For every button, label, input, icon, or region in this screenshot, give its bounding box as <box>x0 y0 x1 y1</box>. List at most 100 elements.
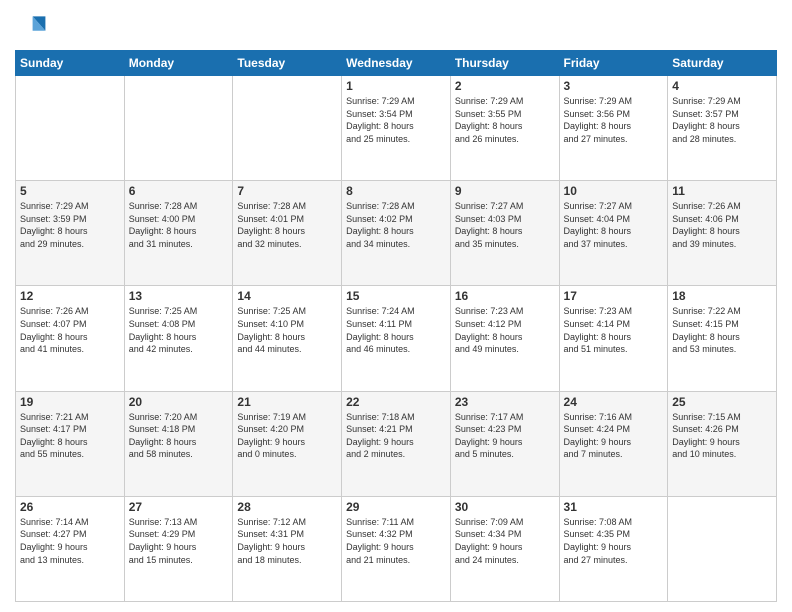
col-header-saturday: Saturday <box>668 51 777 76</box>
day-number: 7 <box>237 184 337 198</box>
day-info: Sunrise: 7:22 AM Sunset: 4:15 PM Dayligh… <box>672 305 772 355</box>
day-info: Sunrise: 7:26 AM Sunset: 4:06 PM Dayligh… <box>672 200 772 250</box>
calendar-cell: 25 Sunrise: 7:15 AM Sunset: 4:26 PM Dayli… <box>668 391 777 496</box>
day-number: 15 <box>346 289 446 303</box>
col-header-thursday: Thursday <box>450 51 559 76</box>
calendar-cell <box>233 76 342 181</box>
day-info: Sunrise: 7:29 AM Sunset: 3:59 PM Dayligh… <box>20 200 120 250</box>
calendar-cell: 20Sunrise: 7:20 AM Sunset: 4:18 PM Dayli… <box>124 391 233 496</box>
day-info: Sunrise: 7:11 AM Sunset: 4:32 PM Dayligh… <box>346 516 446 566</box>
day-number: 6 <box>129 184 229 198</box>
day-info: Sunrise: 7:23 AM Sunset: 4:14 PM Dayligh… <box>564 305 664 355</box>
day-number: 17 <box>564 289 664 303</box>
calendar-cell: 8Sunrise: 7:28 AM Sunset: 4:02 PM Daylig… <box>342 181 451 286</box>
col-header-wednesday: Wednesday <box>342 51 451 76</box>
header <box>15 10 777 42</box>
day-number: 23 <box>455 395 555 409</box>
day-info: Sunrise: 7:26 AM Sunset: 4:07 PM Dayligh… <box>20 305 120 355</box>
day-info: Sunrise: 7:14 AM Sunset: 4:27 PM Dayligh… <box>20 516 120 566</box>
day-number: 20 <box>129 395 229 409</box>
day-info: Sunrise: 7:23 AM Sunset: 4:12 PM Dayligh… <box>455 305 555 355</box>
day-info: Sunrise: 7:12 AM Sunset: 4:31 PM Dayligh… <box>237 516 337 566</box>
calendar-cell: 22Sunrise: 7:18 AM Sunset: 4:21 PM Dayli… <box>342 391 451 496</box>
day-info: Sunrise: 7:09 AM Sunset: 4:34 PM Dayligh… <box>455 516 555 566</box>
day-info: Sunrise: 7:19 AM Sunset: 4:20 PM Dayligh… <box>237 411 337 461</box>
day-info: Sunrise: 7:28 AM Sunset: 4:00 PM Dayligh… <box>129 200 229 250</box>
calendar-cell: 31 Sunrise: 7:08 AM Sunset: 4:35 PM Dayli… <box>559 496 668 601</box>
day-number: 16 <box>455 289 555 303</box>
day-number: 9 <box>455 184 555 198</box>
day-info: Sunrise: 7:29 AM Sunset: 3:54 PM Dayligh… <box>346 95 446 145</box>
col-header-friday: Friday <box>559 51 668 76</box>
day-info: Sunrise: 7:27 AM Sunset: 4:04 PM Dayligh… <box>564 200 664 250</box>
calendar-cell <box>16 76 125 181</box>
col-header-tuesday: Tuesday <box>233 51 342 76</box>
calendar-cell: 7 Sunrise: 7:28 AM Sunset: 4:01 PM Daylig… <box>233 181 342 286</box>
day-number: 5 <box>20 184 120 198</box>
calendar-cell: 16 Sunrise: 7:23 AM Sunset: 4:12 PM Dayli… <box>450 286 559 391</box>
day-number: 18 <box>672 289 772 303</box>
calendar-cell: 4 Sunrise: 7:29 AM Sunset: 3:57 PM Daylig… <box>668 76 777 181</box>
day-info: Sunrise: 7:18 AM Sunset: 4:21 PM Dayligh… <box>346 411 446 461</box>
calendar-cell: 13 Sunrise: 7:25 AM Sunset: 4:08 PM Dayli… <box>124 286 233 391</box>
day-info: Sunrise: 7:25 AM Sunset: 4:10 PM Dayligh… <box>237 305 337 355</box>
day-info: Sunrise: 7:27 AM Sunset: 4:03 PM Dayligh… <box>455 200 555 250</box>
day-info: Sunrise: 7:24 AM Sunset: 4:11 PM Dayligh… <box>346 305 446 355</box>
day-info: Sunrise: 7:29 AM Sunset: 3:56 PM Dayligh… <box>564 95 664 145</box>
logo <box>15 10 51 42</box>
calendar-header-row: SundayMondayTuesdayWednesdayThursdayFrid… <box>16 51 777 76</box>
calendar-cell: 11Sunrise: 7:26 AM Sunset: 4:06 PM Dayli… <box>668 181 777 286</box>
day-number: 30 <box>455 500 555 514</box>
day-number: 27 <box>129 500 229 514</box>
col-header-sunday: Sunday <box>16 51 125 76</box>
day-info: Sunrise: 7:13 AM Sunset: 4:29 PM Dayligh… <box>129 516 229 566</box>
calendar-cell: 26 Sunrise: 7:14 AM Sunset: 4:27 PM Dayli… <box>16 496 125 601</box>
calendar-week-2: 12Sunrise: 7:26 AM Sunset: 4:07 PM Dayli… <box>16 286 777 391</box>
calendar-cell: 28 Sunrise: 7:12 AM Sunset: 4:31 PM Dayli… <box>233 496 342 601</box>
calendar-cell: 15 Sunrise: 7:24 AM Sunset: 4:11 PM Dayli… <box>342 286 451 391</box>
calendar-cell: 9 Sunrise: 7:27 AM Sunset: 4:03 PM Daylig… <box>450 181 559 286</box>
day-number: 1 <box>346 79 446 93</box>
calendar-table: SundayMondayTuesdayWednesdayThursdayFrid… <box>15 50 777 602</box>
day-number: 28 <box>237 500 337 514</box>
calendar-cell <box>668 496 777 601</box>
calendar-cell: 2 Sunrise: 7:29 AM Sunset: 3:55 PM Daylig… <box>450 76 559 181</box>
day-info: Sunrise: 7:29 AM Sunset: 3:57 PM Dayligh… <box>672 95 772 145</box>
day-number: 31 <box>564 500 664 514</box>
calendar-cell: 29Sunrise: 7:11 AM Sunset: 4:32 PM Dayli… <box>342 496 451 601</box>
calendar-cell: 30 Sunrise: 7:09 AM Sunset: 4:34 PM Dayli… <box>450 496 559 601</box>
day-number: 26 <box>20 500 120 514</box>
day-number: 24 <box>564 395 664 409</box>
day-number: 2 <box>455 79 555 93</box>
calendar-cell: 6 Sunrise: 7:28 AM Sunset: 4:00 PM Daylig… <box>124 181 233 286</box>
day-number: 21 <box>237 395 337 409</box>
day-number: 13 <box>129 289 229 303</box>
day-number: 25 <box>672 395 772 409</box>
calendar-week-4: 26 Sunrise: 7:14 AM Sunset: 4:27 PM Dayli… <box>16 496 777 601</box>
day-info: Sunrise: 7:28 AM Sunset: 4:01 PM Dayligh… <box>237 200 337 250</box>
day-info: Sunrise: 7:29 AM Sunset: 3:55 PM Dayligh… <box>455 95 555 145</box>
calendar-cell: 24Sunrise: 7:16 AM Sunset: 4:24 PM Dayli… <box>559 391 668 496</box>
calendar-cell: 5 Sunrise: 7:29 AM Sunset: 3:59 PM Daylig… <box>16 181 125 286</box>
day-info: Sunrise: 7:08 AM Sunset: 4:35 PM Dayligh… <box>564 516 664 566</box>
day-info: Sunrise: 7:25 AM Sunset: 4:08 PM Dayligh… <box>129 305 229 355</box>
calendar-cell: 23 Sunrise: 7:17 AM Sunset: 4:23 PM Dayli… <box>450 391 559 496</box>
day-info: Sunrise: 7:21 AM Sunset: 4:17 PM Dayligh… <box>20 411 120 461</box>
col-header-monday: Monday <box>124 51 233 76</box>
calendar-cell: 14 Sunrise: 7:25 AM Sunset: 4:10 PM Dayli… <box>233 286 342 391</box>
calendar-week-3: 19 Sunrise: 7:21 AM Sunset: 4:17 PM Dayli… <box>16 391 777 496</box>
calendar-cell: 21 Sunrise: 7:19 AM Sunset: 4:20 PM Dayli… <box>233 391 342 496</box>
day-number: 4 <box>672 79 772 93</box>
day-number: 19 <box>20 395 120 409</box>
calendar-cell: 27 Sunrise: 7:13 AM Sunset: 4:29 PM Dayli… <box>124 496 233 601</box>
day-info: Sunrise: 7:17 AM Sunset: 4:23 PM Dayligh… <box>455 411 555 461</box>
calendar-cell: 17 Sunrise: 7:23 AM Sunset: 4:14 PM Dayli… <box>559 286 668 391</box>
calendar-week-0: 1 Sunrise: 7:29 AM Sunset: 3:54 PM Daylig… <box>16 76 777 181</box>
calendar-cell: 3Sunrise: 7:29 AM Sunset: 3:56 PM Daylig… <box>559 76 668 181</box>
calendar-cell: 19 Sunrise: 7:21 AM Sunset: 4:17 PM Dayli… <box>16 391 125 496</box>
day-number: 10 <box>564 184 664 198</box>
day-number: 14 <box>237 289 337 303</box>
day-info: Sunrise: 7:15 AM Sunset: 4:26 PM Dayligh… <box>672 411 772 461</box>
calendar-cell: 1 Sunrise: 7:29 AM Sunset: 3:54 PM Daylig… <box>342 76 451 181</box>
page: SundayMondayTuesdayWednesdayThursdayFrid… <box>0 0 792 612</box>
